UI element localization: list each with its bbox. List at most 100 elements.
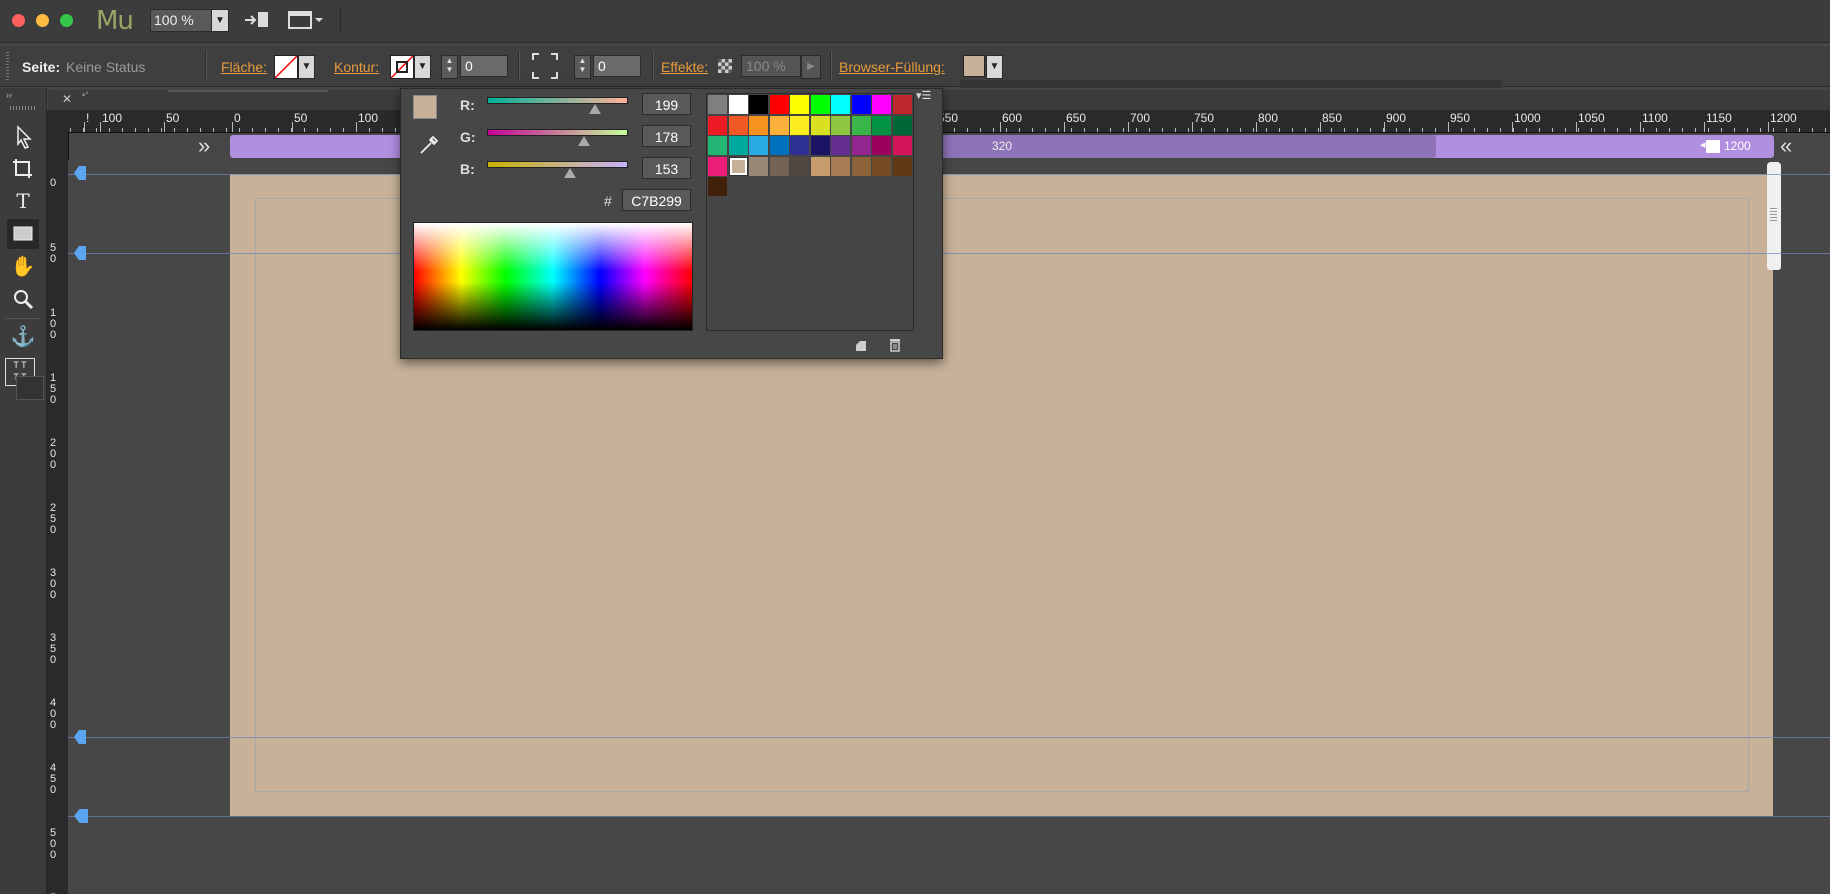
close-tab-icon[interactable]: ✕ — [62, 92, 72, 106]
minimize-window-button[interactable] — [36, 14, 49, 27]
breakpoint-left-arrows-icon[interactable]: » — [198, 135, 210, 157]
color-swatch[interactable] — [708, 177, 727, 196]
blue-slider-thumb[interactable] — [564, 168, 577, 178]
page-bottom-guide-line[interactable] — [68, 816, 1830, 817]
color-swatch[interactable] — [872, 136, 891, 155]
green-slider-thumb[interactable] — [578, 136, 591, 146]
color-swatch[interactable] — [790, 115, 809, 135]
color-swatch[interactable] — [831, 156, 850, 176]
color-swatch[interactable] — [769, 136, 789, 155]
text-tool-icon[interactable]: T — [10, 188, 36, 214]
color-swatch[interactable] — [831, 115, 850, 135]
zoom-combo[interactable]: 100 % — [150, 9, 213, 32]
color-swatch[interactable] — [892, 95, 912, 114]
opacity-input[interactable]: 100 % — [741, 55, 801, 77]
stroke-label[interactable]: Kontur: — [334, 59, 379, 75]
corner-radius-input[interactable]: 0 — [593, 55, 641, 77]
color-swatch[interactable] — [728, 115, 748, 135]
color-swatch[interactable] — [892, 136, 912, 155]
color-swatch[interactable] — [749, 95, 768, 114]
browser-fill-swatch[interactable] — [963, 55, 985, 77]
fill-dropdown-arrow[interactable]: ▼ — [298, 55, 315, 79]
effects-label[interactable]: Effekte: — [661, 59, 708, 75]
stroke-color-swatch[interactable] — [390, 55, 414, 79]
swatch-menu-icon[interactable]: ▾☰ — [916, 89, 931, 102]
color-swatch[interactable] — [790, 136, 809, 155]
color-swatch[interactable] — [810, 136, 830, 155]
delete-swatch-icon[interactable] — [888, 338, 902, 352]
stroke-width-input[interactable]: 0 — [460, 55, 508, 77]
selection-tool-icon[interactable] — [10, 124, 36, 150]
breakpoint-marker-icon[interactable] — [1706, 140, 1720, 153]
color-swatch[interactable] — [872, 156, 891, 176]
color-spectrum-picker[interactable] — [413, 222, 693, 331]
opacity-slider-arrow[interactable]: ▶ — [801, 55, 821, 79]
close-window-button[interactable] — [12, 14, 25, 27]
breakpoint-320-label[interactable]: 320 — [992, 139, 1012, 153]
panel-expand-icon[interactable]: ›› — [6, 90, 12, 100]
color-swatch[interactable] — [749, 115, 768, 135]
page-top-guide-line[interactable] — [68, 174, 1830, 175]
fill-color-swatch[interactable] — [274, 55, 298, 79]
color-swatch[interactable] — [790, 156, 809, 176]
color-swatch[interactable] — [708, 115, 727, 135]
breakpoint-right-arrows-icon[interactable]: « — [1780, 135, 1792, 157]
page-status-dropdown[interactable]: Keine Status — [66, 59, 145, 75]
color-swatch[interactable] — [769, 115, 789, 135]
color-swatch[interactable] — [728, 156, 748, 176]
color-swatch[interactable] — [790, 95, 809, 114]
hex-value-input[interactable]: C7B299 — [622, 189, 691, 211]
fill-label[interactable]: Fläche: — [221, 59, 267, 75]
color-swatch[interactable] — [810, 95, 830, 114]
export-icon[interactable] — [243, 9, 271, 31]
color-swatch[interactable] — [769, 156, 789, 176]
zoom-window-button[interactable] — [60, 14, 73, 27]
zoom-dropdown-arrow[interactable]: ▼ — [211, 9, 229, 32]
blue-slider-track[interactable] — [487, 161, 628, 168]
color-swatch[interactable] — [708, 156, 727, 176]
color-swatch[interactable] — [851, 95, 871, 114]
eyedropper-icon[interactable] — [417, 133, 441, 157]
rectangle-tool-icon[interactable] — [7, 219, 39, 249]
color-swatch[interactable] — [851, 136, 871, 155]
color-swatch[interactable] — [892, 115, 912, 135]
color-swatch[interactable] — [769, 95, 789, 114]
red-slider-thumb[interactable] — [589, 104, 602, 114]
green-slider-track[interactable] — [487, 129, 628, 136]
preview-icon[interactable] — [287, 9, 325, 31]
red-value-input[interactable]: 199 — [642, 93, 691, 115]
color-swatch[interactable] — [892, 156, 912, 176]
color-swatch[interactable] — [851, 115, 871, 135]
corner-radius-icon[interactable] — [531, 52, 559, 80]
color-swatch[interactable] — [810, 115, 830, 135]
red-slider-track[interactable] — [487, 97, 628, 104]
browser-fill-label[interactable]: Browser-Füllung: — [839, 59, 945, 75]
color-swatch[interactable] — [749, 136, 768, 155]
browser-fill-dropdown-arrow[interactable]: ▼ — [986, 55, 1003, 79]
color-swatch[interactable] — [708, 95, 727, 114]
anchor-icon[interactable]: ⚓ — [10, 324, 36, 350]
horizontal-ruler[interactable]: ! 100 50 0 50 100 550 600 650 700 750 800 850 900 950 1… — [66, 110, 1830, 133]
new-swatch-icon[interactable] — [854, 339, 868, 352]
header-guide-line[interactable] — [68, 253, 1830, 254]
color-swatch[interactable] — [708, 136, 727, 155]
footer-guide-line[interactable] — [68, 737, 1830, 738]
breakpoint-1200-label[interactable]: 1200 — [1724, 139, 1751, 153]
color-swatch[interactable] — [810, 156, 830, 176]
color-swatch[interactable] — [851, 156, 871, 176]
blue-value-input[interactable]: 153 — [642, 157, 691, 179]
color-swatch[interactable] — [728, 136, 748, 155]
vertical-ruler[interactable]: 0501001502002503003504004505005 — [46, 132, 69, 894]
color-swatch[interactable] — [831, 95, 850, 114]
corner-radius-stepper[interactable]: ▲ ▼ — [574, 55, 591, 79]
green-value-input[interactable]: 178 — [642, 125, 691, 147]
color-swatch[interactable] — [872, 95, 891, 114]
color-swatch[interactable] — [872, 115, 891, 135]
color-swatch[interactable] — [728, 95, 748, 114]
color-swatch[interactable] — [749, 156, 768, 176]
crop-tool-icon[interactable] — [10, 156, 36, 182]
stroke-width-stepper[interactable]: ▲ ▼ — [441, 55, 458, 79]
zoom-tool-icon[interactable] — [10, 286, 36, 312]
color-swatch[interactable] — [831, 136, 850, 155]
hand-tool-icon[interactable]: ✋ — [10, 254, 36, 280]
